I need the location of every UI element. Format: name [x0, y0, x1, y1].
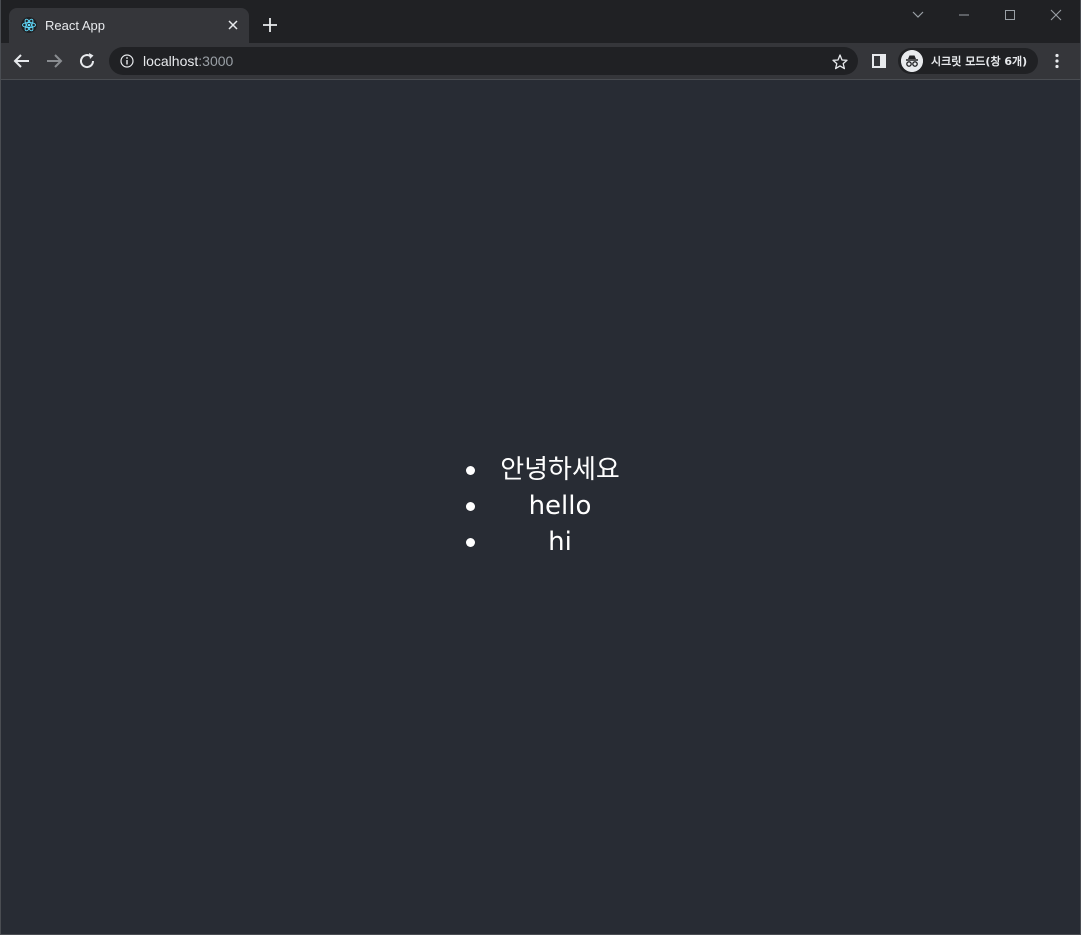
- react-logo-icon: [21, 17, 37, 33]
- list-item-text: 안녕하세요: [500, 455, 620, 485]
- side-panel-icon[interactable]: [867, 49, 891, 73]
- bookmark-star-icon[interactable]: [831, 53, 849, 71]
- list-item-text: hello: [528, 491, 592, 521]
- browser-window: React App localhost:3000 시크릿 모드(창 6개) 안녕…: [0, 0, 1081, 935]
- url-port: :3000: [198, 53, 234, 69]
- bullet-icon: [466, 502, 475, 511]
- page-content: 안녕하세요 hello hi: [1, 80, 1080, 934]
- address-bar[interactable]: localhost:3000: [109, 47, 858, 75]
- menu-kebab-icon[interactable]: [1045, 49, 1069, 73]
- greeting-list: 안녕하세요 hello hi: [462, 452, 662, 560]
- list-item-text: hi: [548, 527, 572, 557]
- list-item: 안녕하세요: [462, 452, 628, 488]
- close-tab-icon[interactable]: [225, 17, 241, 33]
- bullet-icon: [466, 538, 475, 547]
- tab-title: React App: [45, 18, 105, 33]
- tab-react-app[interactable]: React App: [9, 8, 249, 43]
- forward-arrow-icon[interactable]: [42, 49, 66, 73]
- tab-strip: React App: [1, 0, 1080, 43]
- tab-search-chevron-icon[interactable]: [903, 4, 933, 26]
- url-text: localhost:3000: [143, 53, 233, 69]
- incognito-profile-button[interactable]: 시크릿 모드(창 6개): [898, 48, 1038, 74]
- browser-toolbar: localhost:3000 시크릿 모드(창 6개): [1, 43, 1080, 80]
- site-info-icon[interactable]: [119, 53, 135, 69]
- reload-icon[interactable]: [75, 49, 99, 73]
- minimize-icon[interactable]: [949, 4, 979, 26]
- back-arrow-icon[interactable]: [10, 49, 34, 73]
- close-window-icon[interactable]: [1041, 4, 1071, 26]
- list-item: hi: [462, 524, 628, 560]
- url-host: localhost: [143, 53, 199, 69]
- list-item: hello: [462, 488, 628, 524]
- new-tab-icon[interactable]: [259, 14, 281, 36]
- incognito-label: 시크릿 모드(창 6개): [931, 55, 1028, 68]
- incognito-icon: [901, 50, 923, 72]
- maximize-icon[interactable]: [995, 4, 1025, 26]
- bullet-icon: [466, 466, 475, 475]
